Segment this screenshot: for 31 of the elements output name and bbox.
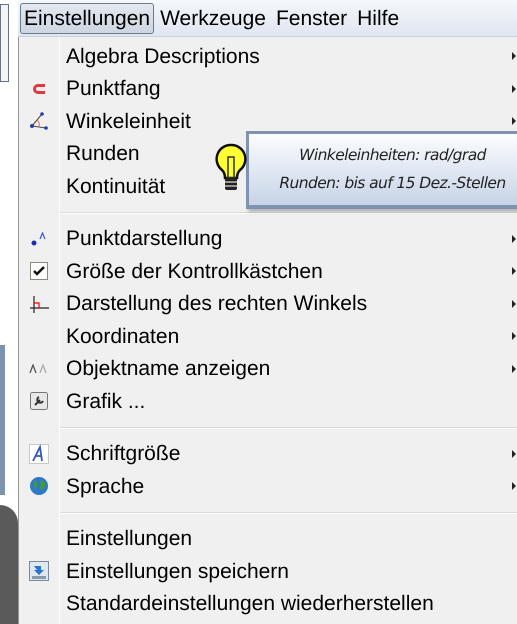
checkbox-icon [30,262,48,280]
menu-item[interactable]: Einstellungen speichern [19,555,517,588]
menu-item[interactable]: Objektname anzeigen [19,352,517,385]
tooltip-text: Winkeleinheiten: rad/grad [299,145,486,166]
menu-item[interactable]: Standardeinstellungen wiederherstellen [19,588,517,620]
label-icon [29,364,49,374]
menu-item[interactable]: Größe der Kontrollkästchen [19,255,517,288]
menu-item[interactable]: Koordinaten [19,320,517,352]
menu-item[interactable]: Darstellung des rechten Winkels [19,288,517,320]
point-icon [30,230,48,247]
menu-item[interactable]: Punktfang [19,72,517,105]
right-angle-icon [29,294,49,313]
menu-bar-item[interactable]: Einstellungen [20,2,154,34]
angle-icon [29,112,49,130]
menu-bar-item[interactable]: Werkzeuge [156,2,270,34]
light-bulb-icon [215,143,247,193]
menu-item[interactable]: Winkeleinheit [19,105,517,138]
tooltip-text: Runden: bis auf 15 Dez.-Stellen [279,172,506,194]
menu-item[interactable]: Punktdarstellung [19,222,517,255]
font-icon [29,444,49,464]
menu-item[interactable]: Schriftgröße [19,438,517,470]
menu-item[interactable]: Einstellungen [19,522,517,555]
menu-item[interactable]: Grafik ... [19,385,517,418]
menu-bar-item[interactable]: Hilfe [353,2,404,34]
wrench-icon [30,392,48,410]
globe-icon [29,476,49,496]
menu-item[interactable]: Algebra Descriptions [19,40,517,72]
menu-item[interactable]: Sprache [19,470,517,502]
save-settings-icon [29,561,49,582]
menu-bar-item[interactable]: Fenster [272,2,352,34]
magnet-icon [32,82,46,95]
